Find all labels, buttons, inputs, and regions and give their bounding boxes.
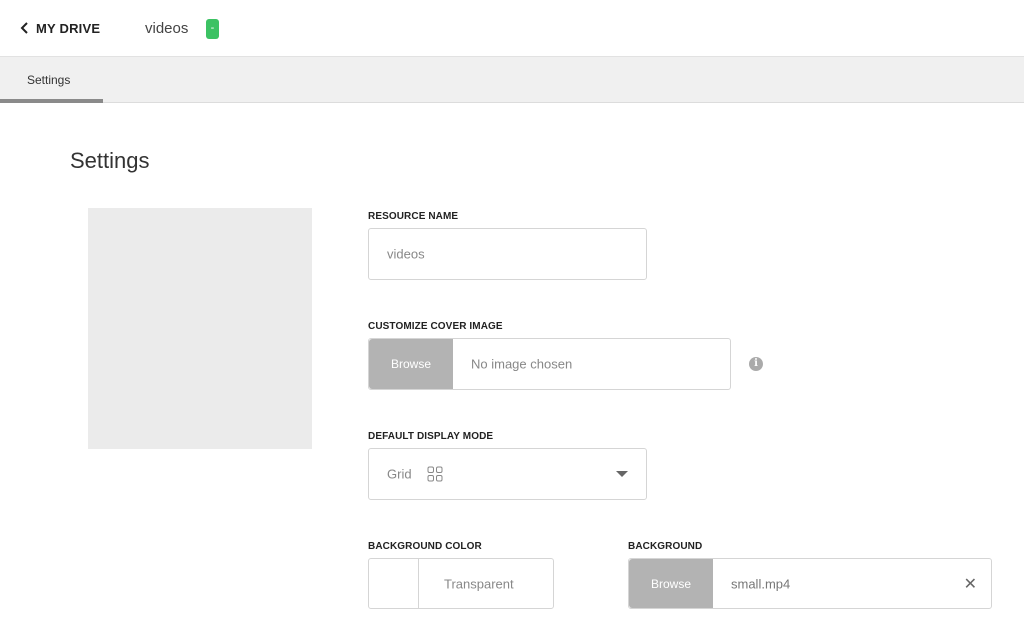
cover-image-preview: [88, 208, 312, 449]
tab-bar: Settings: [0, 57, 1024, 103]
background-label: BACKGROUND: [628, 541, 703, 552]
cover-image-filename: No image chosen: [471, 356, 573, 372]
display-mode-label: DEFAULT DISPLAY MODE: [368, 431, 494, 442]
cover-image-browse-button[interactable]: Browse: [369, 339, 453, 389]
info-icon[interactable]: i: [749, 357, 763, 371]
background-file-input[interactable]: Browse small.mp4 ✕: [628, 558, 992, 609]
background-browse-button[interactable]: Browse: [629, 559, 713, 608]
grid-icon: [427, 466, 443, 482]
resource-name-value: videos: [387, 246, 425, 262]
background-color-picker[interactable]: Transparent: [368, 558, 554, 609]
chevron-left-icon: [20, 22, 28, 34]
resource-name-input[interactable]: videos: [368, 228, 647, 280]
cover-image-file-input[interactable]: Browse No image chosen: [368, 338, 731, 390]
resource-name-label: RESOURCE NAME: [368, 211, 459, 222]
display-mode-select[interactable]: Grid: [368, 448, 647, 500]
color-swatch[interactable]: [369, 559, 419, 608]
background-color-label: BACKGROUND COLOR: [368, 541, 482, 552]
chevron-down-icon: [616, 471, 628, 477]
back-label: MY DRIVE: [36, 20, 101, 36]
tab-settings[interactable]: Settings: [0, 57, 103, 103]
status-badge: -: [206, 19, 219, 39]
display-mode-value: Grid: [387, 466, 412, 482]
cover-image-label: CUSTOMIZE COVER IMAGE: [368, 321, 503, 332]
background-color-value: Transparent: [444, 576, 514, 591]
resource-breadcrumb: videos: [145, 20, 189, 37]
background-filename: small.mp4: [731, 576, 791, 591]
page-title: Settings: [70, 148, 150, 173]
back-to-my-drive-link[interactable]: MY DRIVE: [18, 20, 100, 36]
top-bar: MY DRIVE videos -: [0, 0, 1024, 57]
close-icon[interactable]: ✕: [964, 574, 977, 594]
